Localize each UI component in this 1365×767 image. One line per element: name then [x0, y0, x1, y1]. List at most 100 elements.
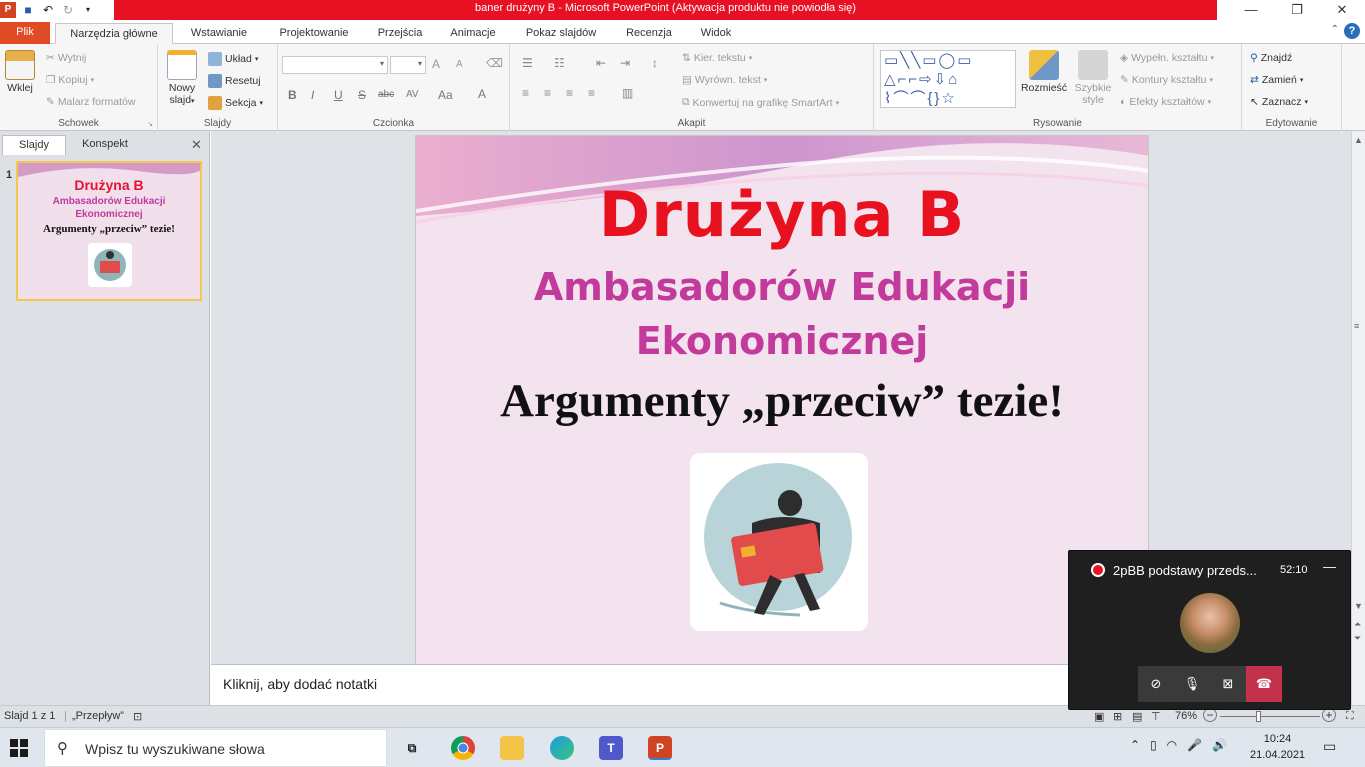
tab-animations[interactable]: Animacje — [440, 23, 506, 44]
tab-insert[interactable]: Wstawianie — [180, 23, 258, 44]
select-button[interactable]: ↖ Zaznacz ▾ — [1250, 96, 1308, 108]
task-view-icon[interactable]: ⧉ — [400, 736, 424, 760]
slideshow-view-icon[interactable]: ⊤ — [1151, 710, 1161, 723]
teams-call-window[interactable]: 2pBB podstawy przeds... 52:10 — ⊘ 🎙 ⊠ ☎ — [1068, 550, 1351, 710]
hang-up-icon[interactable]: ☎ — [1246, 666, 1282, 702]
powerpoint-taskbar-icon[interactable]: P — [648, 736, 672, 760]
shape-fill-button[interactable]: ◈ Wypełn. kształtu ▾ — [1120, 52, 1214, 64]
underline-button[interactable]: U — [334, 88, 343, 102]
font-size-select[interactable]: ▾ — [390, 56, 426, 74]
help-icon[interactable]: ? — [1344, 23, 1360, 39]
windows-start-icon[interactable] — [10, 739, 28, 757]
justify-icon[interactable]: ≡ — [588, 86, 595, 100]
new-slide-button[interactable]: Nowy slajd▾ — [164, 50, 200, 108]
zoom-slider-thumb[interactable] — [1256, 711, 1261, 722]
shapes-gallery[interactable]: ▭╲╲▭◯▭ △⌐⌐⇨⇩⌂ ⌇⌒⌒{}☆ — [880, 50, 1016, 108]
zoom-level[interactable]: 76% — [1175, 710, 1197, 722]
camera-off-icon[interactable]: ⊘ — [1138, 666, 1174, 702]
teams-icon[interactable]: T — [599, 736, 623, 760]
clock[interactable]: 10:24 21.04.2021 — [1250, 731, 1305, 763]
cut-button[interactable]: ✂ Wytnij — [46, 52, 86, 64]
tab-file[interactable]: Plik — [0, 22, 50, 44]
quick-styles-button[interactable]: Szybkie style — [1072, 50, 1114, 106]
tab-slides-panel[interactable]: Slajdy — [2, 135, 66, 155]
scroll-up-icon[interactable]: ▲ — [1354, 135, 1363, 145]
bold-button[interactable]: B — [288, 88, 297, 102]
numbering-icon[interactable]: ☷ — [554, 56, 565, 70]
slide-canvas[interactable]: Drużyna B Ambasadorów Edukacji Ekonomicz… — [415, 135, 1149, 665]
align-right-icon[interactable]: ≡ — [566, 86, 573, 100]
slide-title[interactable]: Drużyna B — [416, 178, 1148, 251]
tab-slideshow[interactable]: Pokaz slajdów — [514, 23, 608, 44]
shape-effects-button[interactable]: ◐ Efekty kształtów ▾ — [1120, 96, 1211, 108]
find-button[interactable]: ⚲ Znajdź — [1250, 52, 1292, 64]
share-screen-icon[interactable]: ⊠ — [1210, 666, 1246, 702]
shape-outline-button[interactable]: ✎ Kontury kształtu ▾ — [1120, 74, 1213, 86]
copy-button[interactable]: ❐ Kopiuj ▾ — [46, 74, 94, 86]
save-icon[interactable]: ■ — [20, 2, 36, 18]
increase-indent-icon[interactable]: ⇥ — [620, 56, 630, 70]
clear-formatting-icon[interactable]: ⌫ — [486, 56, 503, 70]
replace-button[interactable]: ⇄ Zamień ▾ — [1250, 74, 1303, 86]
minimize-ribbon-icon[interactable]: ⌃ — [1331, 24, 1339, 35]
arrange-button[interactable]: Rozmieść — [1020, 50, 1068, 94]
mic-icon[interactable]: 🎙 — [1174, 666, 1210, 702]
slide-sorter-icon[interactable]: ⊞ — [1113, 710, 1122, 723]
align-center-icon[interactable]: ≡ — [544, 86, 551, 100]
spellcheck-icon[interactable]: ⊡ — [133, 710, 142, 723]
slide-subtitle[interactable]: Ambasadorów Edukacji Ekonomicznej — [416, 260, 1148, 368]
columns-icon[interactable]: ▥ — [622, 86, 633, 100]
reading-view-icon[interactable]: ▤ — [1132, 710, 1142, 723]
call-minimize-button[interactable]: — — [1323, 559, 1336, 574]
slide-heading[interactable]: Argumenty „przeciw” tezie! — [416, 374, 1148, 428]
align-left-icon[interactable]: ≡ — [522, 86, 529, 100]
zoom-in-button[interactable]: + — [1322, 708, 1336, 722]
char-spacing-button[interactable]: AV — [406, 89, 419, 100]
bullets-icon[interactable]: ☰ — [522, 56, 533, 70]
section-button[interactable]: Sekcja ▾ — [208, 96, 263, 110]
close-button[interactable]: ✕ — [1319, 0, 1365, 20]
tab-view[interactable]: Widok — [690, 23, 742, 44]
tab-review[interactable]: Recenzja — [616, 23, 682, 44]
italic-button[interactable]: I — [311, 88, 314, 102]
decrease-indent-icon[interactable]: ⇤ — [596, 56, 606, 70]
next-slide-icon[interactable]: ⏷ — [1354, 633, 1361, 644]
tab-outline-panel[interactable]: Konspekt — [68, 135, 142, 155]
smartart-button[interactable]: ⧉ Konwertuj na grafikę SmartArt ▾ — [682, 96, 839, 109]
slide-thumbnail[interactable]: Drużyna B Ambasadorów Edukacji Ekonomicz… — [16, 161, 202, 301]
notifications-icon[interactable]: ▭ — [1323, 738, 1336, 755]
chrome-icon[interactable] — [451, 736, 475, 760]
grow-font-button[interactable]: A — [432, 57, 440, 71]
chevron-up-icon[interactable]: ⌃ — [1130, 738, 1140, 752]
reset-button[interactable]: Resetuj — [208, 74, 261, 88]
tab-design[interactable]: Projektowanie — [268, 23, 360, 44]
customize-qat-icon[interactable]: ▾ — [80, 2, 96, 18]
layout-button[interactable]: Układ ▾ — [208, 52, 258, 66]
normal-view-icon[interactable]: ▣ — [1094, 710, 1104, 723]
tab-home[interactable]: Narzędzia główne — [55, 23, 173, 44]
edge-icon[interactable] — [550, 736, 574, 760]
volume-icon[interactable]: 🔊 — [1212, 738, 1227, 752]
format-painter-button[interactable]: ✎ Malarz formatów — [46, 96, 135, 108]
restore-button[interactable]: ❐ — [1274, 0, 1320, 20]
font-name-select[interactable]: ▾ — [282, 56, 388, 74]
undo-icon[interactable]: ↶ — [40, 2, 56, 18]
wifi-icon[interactable]: ◠ — [1167, 738, 1177, 752]
font-color-button[interactable]: A — [478, 87, 486, 101]
dialog-launcher-icon[interactable]: ↘ — [147, 120, 153, 128]
scroll-grip-icon[interactable]: ≡ — [1354, 321, 1359, 331]
paste-button[interactable]: Wklej — [4, 50, 36, 94]
line-spacing-icon[interactable]: ↕ — [652, 56, 658, 70]
taskbar-search-box[interactable]: ⚲ Wpisz tu wyszukiwane słowa — [44, 729, 387, 767]
scroll-down-icon[interactable]: ▼ — [1354, 601, 1363, 611]
thief-illustration-image[interactable] — [690, 453, 868, 631]
previous-slide-icon[interactable]: ⏶ — [1354, 619, 1361, 630]
fit-slide-icon[interactable]: ⛶ — [1346, 710, 1354, 723]
change-case-button[interactable]: Aa — [438, 88, 453, 102]
shrink-font-button[interactable]: A — [456, 59, 463, 70]
microphone-icon[interactable]: 🎤 — [1187, 738, 1202, 752]
shadow-button[interactable]: abc — [378, 89, 394, 100]
close-panel-icon[interactable]: ✕ — [191, 137, 202, 153]
file-explorer-icon[interactable] — [500, 736, 524, 760]
text-direction-button[interactable]: ⇅ Kier. tekstu ▾ — [682, 52, 752, 64]
